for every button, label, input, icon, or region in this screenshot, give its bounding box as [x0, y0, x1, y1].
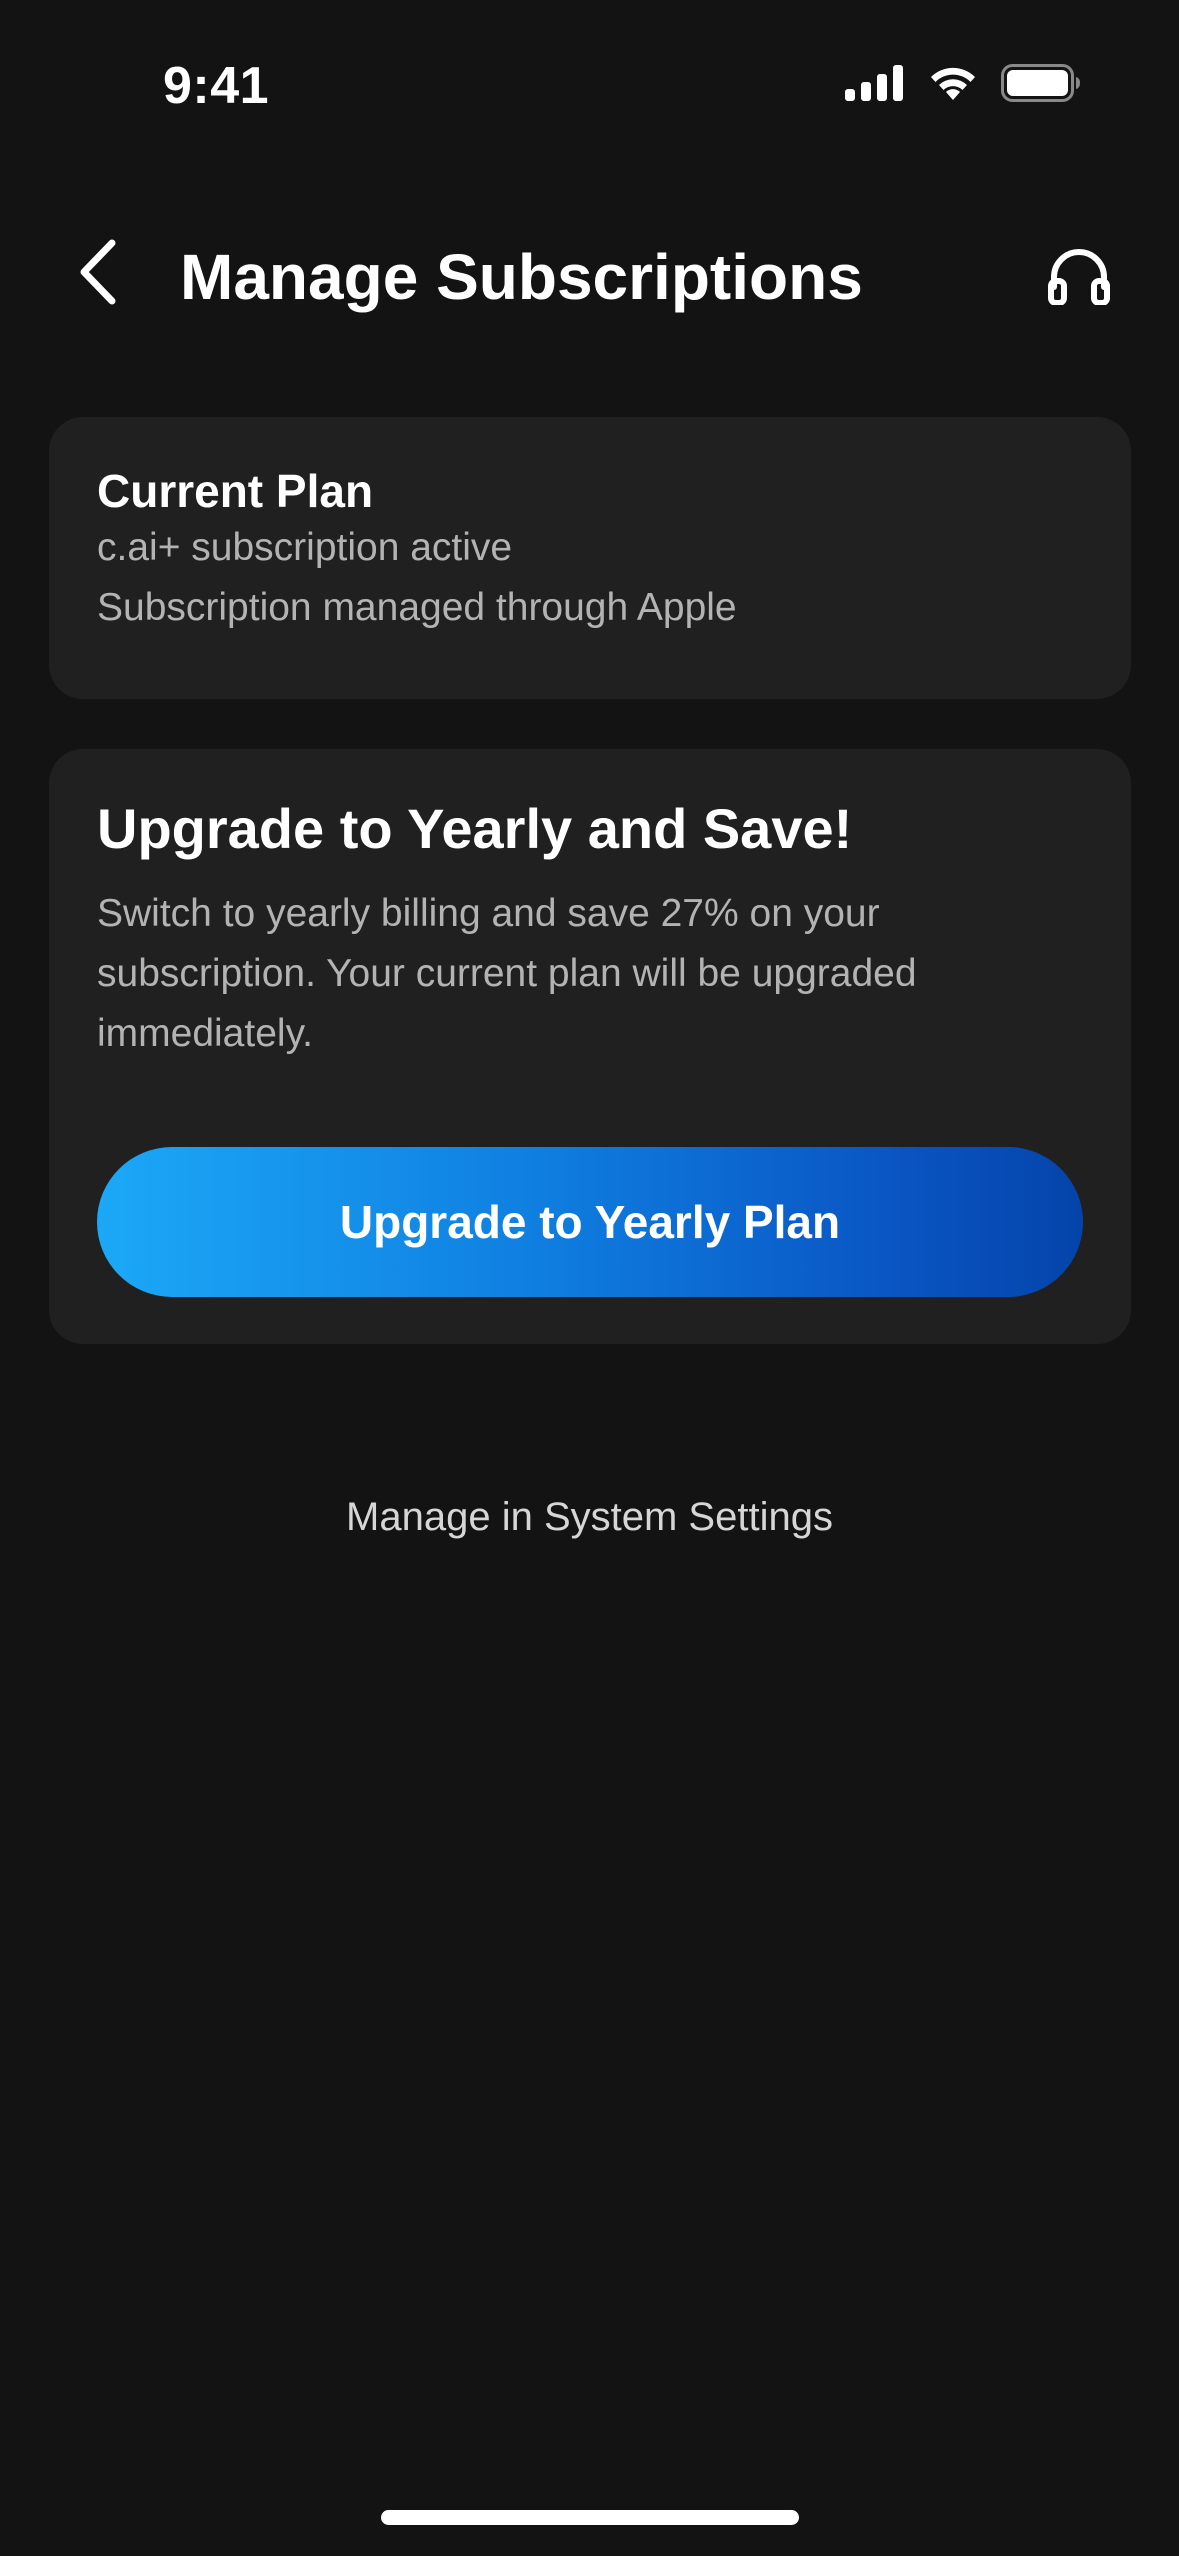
subscription-managed-by: Subscription managed through Apple: [97, 585, 737, 629]
upgrade-title: Upgrade to Yearly and Save!: [97, 797, 853, 860]
home-indicator[interactable]: [381, 2510, 799, 2525]
current-plan-card: Current Plan c.ai+ subscription active S…: [49, 417, 1131, 699]
current-plan-title: Current Plan: [97, 465, 374, 517]
support-button[interactable]: [1039, 238, 1119, 318]
status-icons: [845, 64, 1081, 102]
status-bar: 9:41: [0, 0, 1179, 170]
chevron-left-icon: [76, 239, 120, 310]
back-button[interactable]: [62, 238, 134, 310]
status-time: 9:41: [163, 57, 270, 115]
subscription-status: c.ai+ subscription active: [97, 525, 513, 569]
cellular-signal-icon: [845, 65, 905, 101]
manage-system-settings-link[interactable]: Manage in System Settings: [0, 1495, 1179, 1540]
header: Manage Subscriptions: [0, 220, 1179, 330]
upgrade-description: Switch to yearly billing and save 27% on…: [97, 892, 917, 1056]
manage-subscriptions-screen: 9:41 Manage Subscriptions Current Plan c…: [0, 0, 1179, 2556]
upgrade-card: Upgrade to Yearly and Save! Switch to ye…: [49, 749, 1131, 1344]
headphones-icon: [1048, 247, 1110, 310]
page-title: Manage Subscriptions: [180, 241, 863, 313]
upgrade-yearly-button[interactable]: Upgrade to Yearly Plan: [97, 1147, 1083, 1297]
wifi-icon: [927, 64, 979, 102]
battery-icon: [1001, 64, 1081, 102]
